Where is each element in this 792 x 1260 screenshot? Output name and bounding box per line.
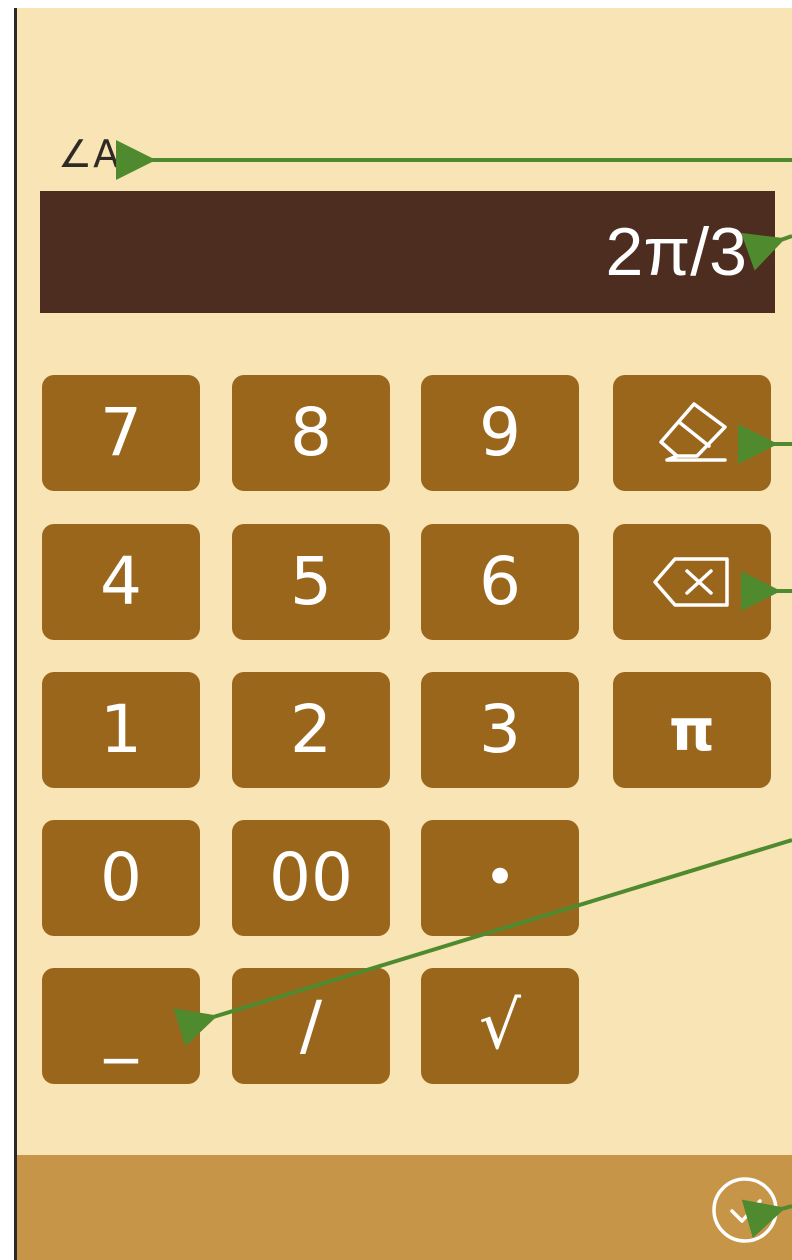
key-4[interactable]: 4 (42, 524, 200, 640)
backspace-button[interactable] (613, 524, 771, 640)
calculator-screen: ∠A 2π/3 7 8 9 4 5 6 1 2 3 π 0 00 • _ / √ (0, 0, 792, 1260)
key-8[interactable]: 8 (232, 375, 390, 491)
key-decimal-point[interactable]: • (421, 820, 579, 936)
key-6[interactable]: 6 (421, 524, 579, 640)
display-value: 2π/3 (605, 214, 747, 290)
bottom-bar (14, 1155, 792, 1260)
key-5[interactable]: 5 (232, 524, 390, 640)
key-00[interactable]: 00 (232, 820, 390, 936)
value-display: 2π/3 (40, 191, 775, 313)
key-7[interactable]: 7 (42, 375, 200, 491)
key-sqrt[interactable]: √ (421, 968, 579, 1084)
key-slash[interactable]: / (232, 968, 390, 1084)
key-0[interactable]: 0 (42, 820, 200, 936)
key-2[interactable]: 2 (232, 672, 390, 788)
eraser-icon (659, 402, 727, 462)
angle-label: ∠A (58, 132, 121, 176)
key-1[interactable]: 1 (42, 672, 200, 788)
clear-button[interactable] (613, 375, 771, 491)
key-3[interactable]: 3 (421, 672, 579, 788)
backspace-icon (653, 557, 729, 607)
key-9[interactable]: 9 (421, 375, 579, 491)
key-underscore[interactable]: _ (42, 968, 200, 1084)
key-pi[interactable]: π (613, 672, 771, 788)
check-circle-icon[interactable] (710, 1175, 780, 1245)
